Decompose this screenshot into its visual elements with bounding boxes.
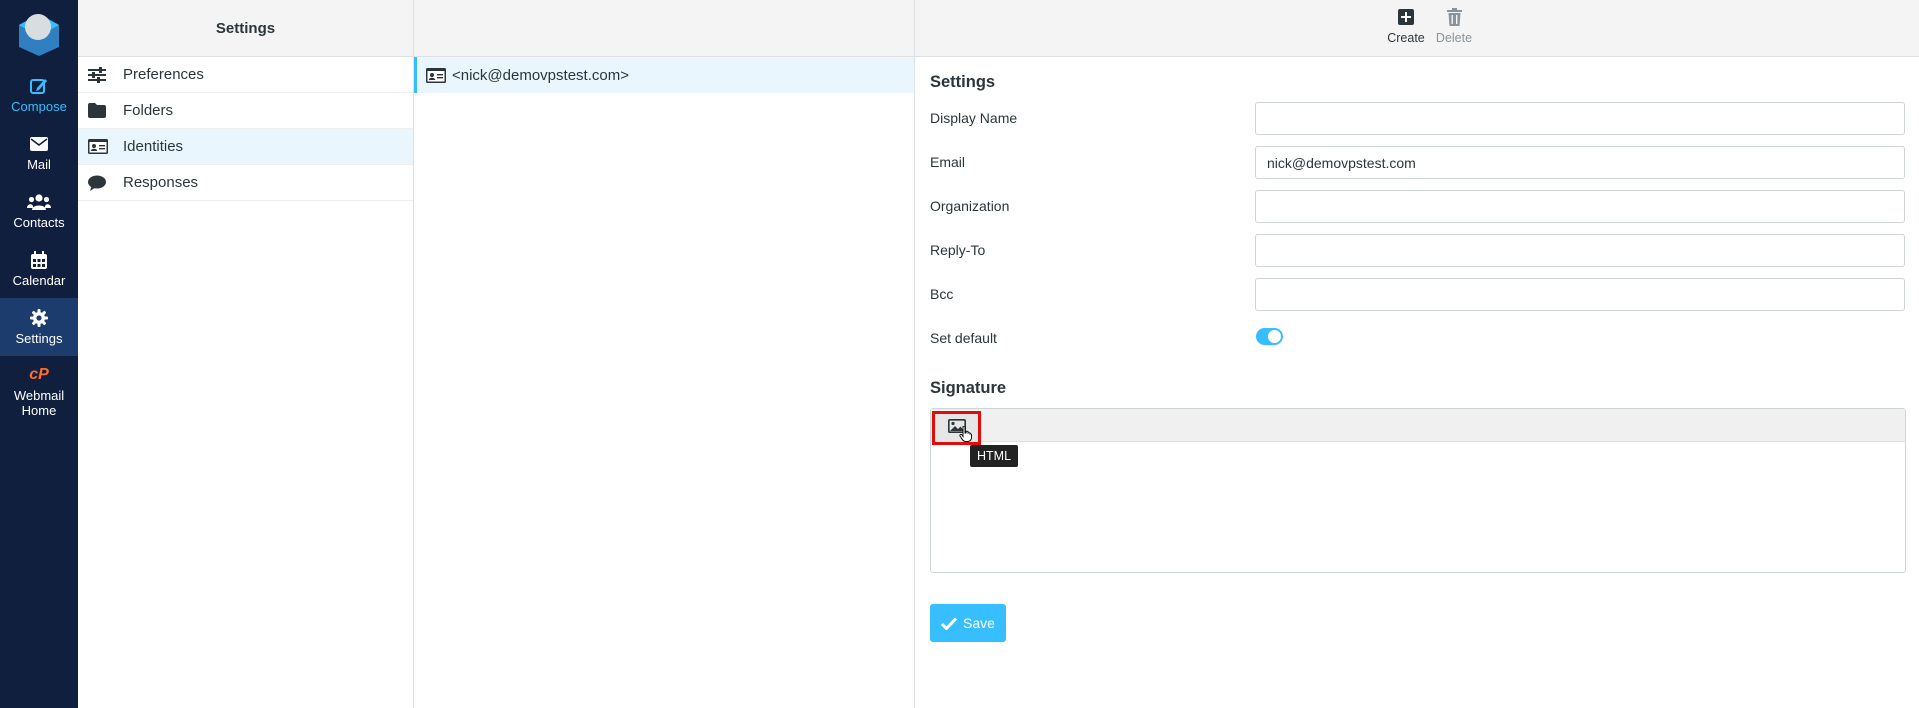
- folder-icon: [88, 103, 110, 118]
- set-default-toggle[interactable]: [1256, 328, 1283, 345]
- bcc-label: Bcc: [930, 286, 954, 302]
- toggle-knob: [1268, 330, 1281, 343]
- html-tooltip: HTML: [970, 445, 1019, 467]
- comment-icon: [88, 175, 110, 191]
- nav-label: Webmail Home: [13, 387, 65, 418]
- nav-settings[interactable]: Settings: [0, 298, 78, 356]
- email-input[interactable]: [1255, 146, 1905, 179]
- signature-editor: [930, 408, 1906, 573]
- check-icon: [941, 616, 958, 630]
- organization-input[interactable]: [1255, 190, 1905, 223]
- id-card-icon: [426, 67, 446, 83]
- settings-item-label: Preferences: [123, 66, 204, 83]
- nav-label: Mail: [27, 157, 51, 172]
- html-mode-button[interactable]: [932, 411, 981, 445]
- settings-icon: [30, 308, 48, 328]
- display-name-label: Display Name: [930, 110, 1018, 126]
- signature-text-area[interactable]: [931, 442, 1905, 572]
- settings-item-label: Folders: [123, 102, 174, 119]
- reply-to-label: Reply-To: [930, 242, 986, 258]
- settings-item-label: Responses: [123, 174, 199, 191]
- nav-contacts[interactable]: Contacts: [0, 182, 78, 240]
- settings-item-preferences[interactable]: Preferences: [78, 57, 413, 93]
- calendar-icon: [31, 250, 47, 270]
- nav-label: Settings: [15, 331, 63, 346]
- identities-list-header: [414, 0, 914, 57]
- email-label: Email: [930, 154, 966, 170]
- nav-label: Contacts: [13, 215, 65, 230]
- compose-icon: [30, 76, 48, 96]
- settings-menu-header: Settings: [78, 0, 413, 57]
- save-button[interactable]: Save: [930, 604, 1006, 642]
- nav-label: Calendar: [12, 273, 66, 288]
- signature-section-title: Signature: [930, 379, 1007, 397]
- id-card-icon: [88, 139, 110, 154]
- cpanel-icon: cP: [29, 366, 49, 383]
- settings-menu-panel: Settings Preferences Folders Identities …: [78, 0, 414, 708]
- create-label: Create: [1387, 31, 1425, 45]
- app-navigation: Compose Mail Contacts Calendar Settings …: [0, 0, 78, 708]
- settings-item-folders[interactable]: Folders: [78, 93, 413, 129]
- nav-compose[interactable]: Compose: [0, 66, 78, 124]
- trash-icon: [1446, 6, 1462, 28]
- nav-mail[interactable]: Mail: [0, 124, 78, 182]
- sliders-icon: [88, 66, 110, 83]
- plus-square-icon: [1398, 6, 1414, 28]
- roundcube-logo[interactable]: [0, 0, 78, 66]
- delete-label: Delete: [1435, 31, 1473, 45]
- nav-webmail-home[interactable]: cP Webmail Home: [0, 356, 78, 426]
- reply-to-input[interactable]: [1255, 234, 1905, 267]
- settings-item-responses[interactable]: Responses: [78, 165, 413, 201]
- identities-list-panel: <nick@demovpstest.com>: [414, 0, 915, 708]
- identity-label: <nick@demovpstest.com>: [452, 66, 629, 84]
- settings-section-title: Settings: [930, 73, 996, 91]
- settings-item-label: Identities: [123, 138, 184, 155]
- logo-icon: [19, 14, 59, 56]
- mail-icon: [30, 134, 48, 154]
- bcc-input[interactable]: [1255, 278, 1905, 311]
- display-name-input[interactable]: [1255, 102, 1905, 135]
- set-default-label: Set default: [930, 330, 997, 346]
- delete-button[interactable]: Delete: [1426, 6, 1482, 45]
- settings-item-identities[interactable]: Identities: [78, 129, 413, 165]
- nav-label: Compose: [11, 99, 67, 114]
- organization-label: Organization: [930, 198, 1010, 214]
- contacts-icon: [27, 192, 51, 212]
- nav-calendar[interactable]: Calendar: [0, 240, 78, 298]
- signature-editor-toolbar: [931, 409, 1905, 442]
- identity-row[interactable]: <nick@demovpstest.com>: [414, 57, 914, 93]
- save-label: Save: [963, 615, 995, 631]
